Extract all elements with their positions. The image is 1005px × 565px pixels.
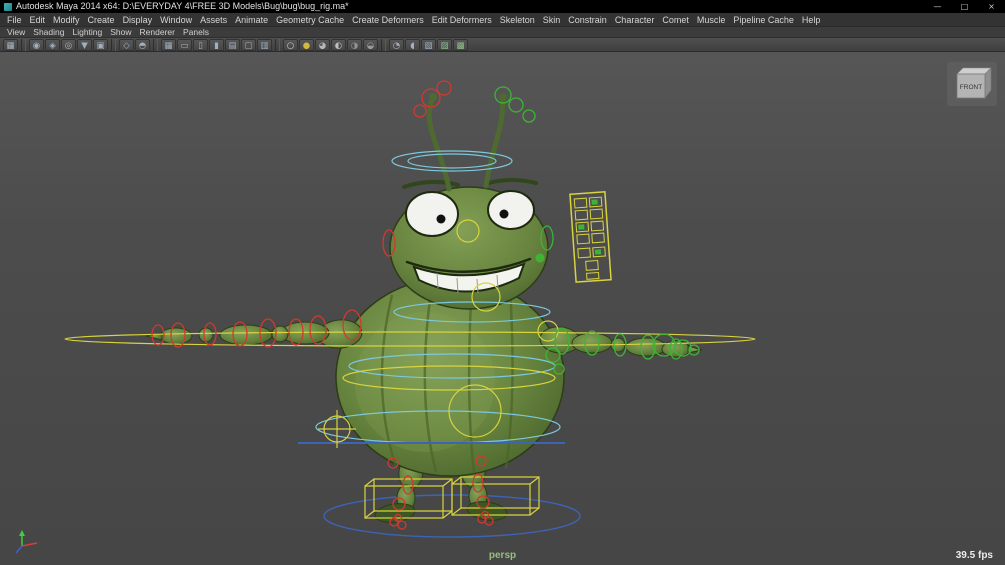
character-picker-panel[interactable] [570,192,611,282]
axis-indicator [16,530,37,553]
wireframe-mode-icon[interactable]: ○ [283,39,298,51]
menu-item-skin[interactable]: Skin [539,13,565,27]
menu-item-assets[interactable]: Assets [196,13,231,27]
lock-camera-icon[interactable]: ◈ [45,39,60,51]
camera-attributes-icon[interactable]: ◎ [61,39,76,51]
toolbar-separator [275,39,280,51]
bookmark-icon[interactable]: ▼ [77,39,92,51]
bug-antennae[interactable] [429,93,507,189]
close-button[interactable]: × [978,0,1005,13]
panel-menu-bar: ViewShadingLightingShowRendererPanels [0,27,1005,38]
menu-item-help[interactable]: Help [798,13,825,27]
bug-left-foot [374,501,416,524]
menu-item-geometry-cache[interactable]: Geometry Cache [272,13,348,27]
menu-item-muscle[interactable]: Muscle [693,13,730,27]
menu-item-lighting[interactable]: Lighting [68,27,106,38]
view-cube[interactable]: FRONT [947,62,997,106]
isolate-select-icon[interactable]: ◖ [405,39,420,51]
use-all-lights-icon[interactable]: ◐ [331,39,346,51]
menu-item-edit[interactable]: Edit [26,13,50,27]
grid-toggle-icon[interactable]: ▦ [161,39,176,51]
camera-name-label: persp [489,550,516,561]
menu-item-skeleton[interactable]: Skeleton [496,13,539,27]
maya-window: Autodesk Maya 2014 x64: D:\EVERYDAY 4\FR… [0,0,1005,565]
safe-title-icon[interactable]: ▥ [257,39,272,51]
menu-item-panels[interactable]: Panels [179,27,213,38]
viewport-perspective[interactable]: FRONT persp 39.5 fps [0,52,1005,565]
title-bar: Autodesk Maya 2014 x64: D:\EVERYDAY 4\FR… [0,0,1005,13]
resolution-gate-icon[interactable]: ▯ [193,39,208,51]
bug-rig-scene[interactable] [0,52,1005,565]
view-cube-front-label[interactable]: FRONT [960,84,982,91]
main-menu-bar: FileEditModifyCreateDisplayWindowAssetsA… [0,13,1005,27]
rig-green-dot[interactable] [536,254,545,263]
toolbar-separator [381,39,386,51]
menu-item-pipeline-cache[interactable]: Pipeline Cache [729,13,798,27]
gate-mask-icon[interactable]: ▮ [209,39,224,51]
menu-item-shading[interactable]: Shading [29,27,68,38]
field-chart-icon[interactable]: ▤ [225,39,240,51]
quick-layout-icon[interactable]: ▦ [3,39,18,51]
bug-right-foot [466,499,508,522]
view-cube-graphic[interactable]: FRONT [947,62,997,106]
toolbar-separator [21,39,26,51]
ipr-render-icon[interactable]: ▩ [453,39,468,51]
two-d-pan-zoom-icon[interactable]: ◇ [119,39,134,51]
panel-toolbar: ▦◉◈◎▼▣◇◓▦▭▯▮▤▢▥○●◕◐◑◒◔◖▧▨▩ [0,38,1005,52]
textured-mode-icon[interactable]: ◕ [315,39,330,51]
menu-item-file[interactable]: File [3,13,26,27]
ambient-occlusion-icon[interactable]: ◒ [363,39,378,51]
menu-item-view[interactable]: View [3,27,29,38]
bug-right-arm[interactable] [539,325,702,357]
menu-item-animate[interactable]: Animate [231,13,272,27]
menu-item-renderer[interactable]: Renderer [136,27,179,38]
minimize-button[interactable]: — [924,0,951,13]
bug-head[interactable] [390,93,548,309]
menu-item-comet[interactable]: Comet [658,13,693,27]
fps-counter: 39.5 fps [956,550,993,561]
film-gate-icon[interactable]: ▭ [177,39,192,51]
menu-item-edit-deformers[interactable]: Edit Deformers [428,13,496,27]
maya-app-icon [4,3,12,11]
hud-icon[interactable]: ▧ [421,39,436,51]
xray-icon[interactable]: ◔ [389,39,404,51]
select-camera-icon[interactable]: ◉ [29,39,44,51]
maximize-button[interactable]: □ [951,0,978,13]
oversampling-icon[interactable]: ◓ [135,39,150,51]
window-title: Autodesk Maya 2014 x64: D:\EVERYDAY 4\FR… [16,0,924,13]
shaded-mode-icon[interactable]: ● [299,39,314,51]
toolbar-separator [111,39,116,51]
safe-action-icon[interactable]: ▢ [241,39,256,51]
menu-item-window[interactable]: Window [156,13,196,27]
menu-item-character[interactable]: Character [611,13,659,27]
window-controls: — □ × [924,0,1005,13]
toolbar-separator [153,39,158,51]
shadows-icon[interactable]: ◑ [347,39,362,51]
image-plane-icon[interactable]: ▣ [93,39,108,51]
scene-render-icon[interactable]: ▨ [437,39,452,51]
menu-item-create-deformers[interactable]: Create Deformers [348,13,428,27]
menu-item-modify[interactable]: Modify [49,13,84,27]
menu-item-show[interactable]: Show [106,27,135,38]
menu-item-constrain[interactable]: Constrain [564,13,611,27]
menu-item-display[interactable]: Display [119,13,157,27]
menu-item-create[interactable]: Create [84,13,119,27]
